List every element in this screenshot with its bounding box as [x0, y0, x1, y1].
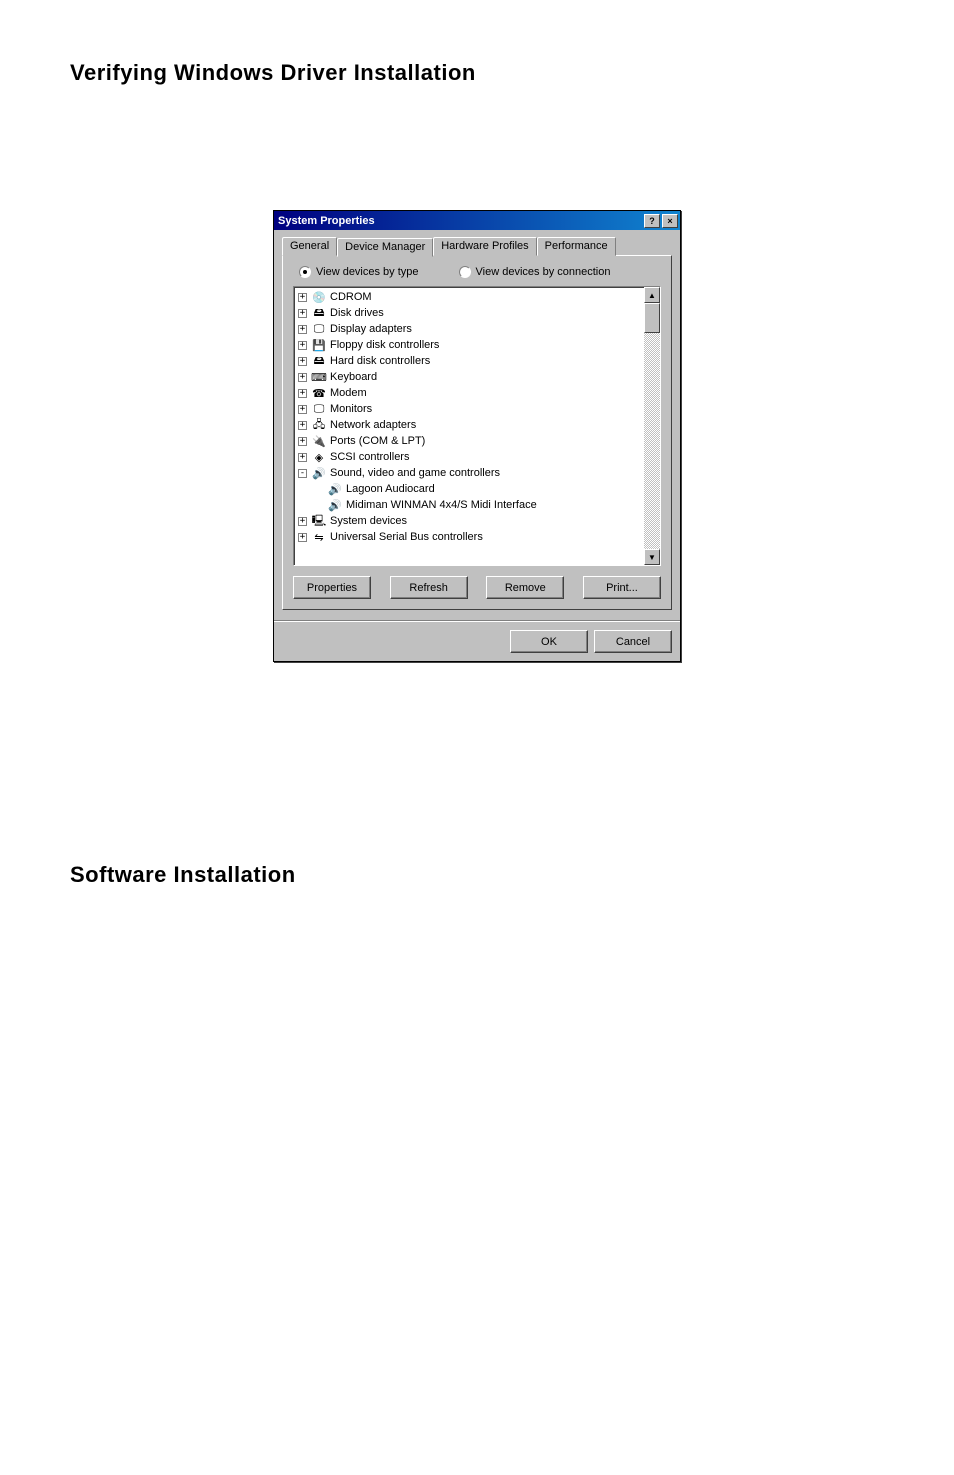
- sound-icon: 🔊: [327, 482, 343, 496]
- refresh-button[interactable]: Refresh: [390, 576, 468, 599]
- expand-icon[interactable]: +: [298, 533, 307, 542]
- disk-icon: 🖴: [311, 306, 327, 320]
- heading-software-installation: Software Installation: [70, 862, 884, 888]
- tree-row-label: Floppy disk controllers: [330, 339, 439, 351]
- separator: [274, 620, 680, 622]
- tab-general[interactable]: General: [282, 237, 337, 256]
- tree-row-label: Midiman WINMAN 4x4/S Midi Interface: [346, 499, 537, 511]
- scroll-down-icon[interactable]: ▼: [644, 549, 660, 565]
- tree-row[interactable]: + 🖴Hard disk controllers: [298, 353, 658, 369]
- tree-row[interactable]: + 🖵Monitors: [298, 401, 658, 417]
- radio-icon: [459, 266, 471, 278]
- tree-spacer: [314, 485, 323, 494]
- tree-row[interactable]: + 💾Floppy disk controllers: [298, 337, 658, 353]
- expand-icon[interactable]: +: [298, 405, 307, 414]
- tree-row[interactable]: + ◈SCSI controllers: [298, 449, 658, 465]
- tree-row-label: SCSI controllers: [330, 451, 409, 463]
- tree-row[interactable]: -🔊Sound, video and game controllers: [298, 465, 658, 481]
- titlebar-title: System Properties: [278, 215, 375, 227]
- sound-icon: 🔊: [327, 498, 343, 512]
- tab-panel: View devices by type View devices by con…: [282, 255, 672, 610]
- tab-performance[interactable]: Performance: [537, 237, 616, 256]
- sound-icon: 🔊: [311, 466, 327, 480]
- print-button[interactable]: Print...: [583, 576, 661, 599]
- expand-icon[interactable]: +: [298, 453, 307, 462]
- tree-row[interactable]: + 💿CDROM: [298, 289, 658, 305]
- expand-icon[interactable]: +: [298, 517, 307, 526]
- radio-view-by-type[interactable]: View devices by type: [299, 266, 419, 278]
- scsi-icon: ◈: [311, 450, 327, 464]
- tree-row[interactable]: 🔊Midiman WINMAN 4x4/S Midi Interface: [298, 497, 658, 513]
- tree-row[interactable]: + ⇋Universal Serial Bus controllers: [298, 529, 658, 545]
- tree-row-label: Keyboard: [330, 371, 377, 383]
- system-icon: 🖳: [311, 514, 327, 528]
- titlebar: System Properties ? ×: [274, 211, 680, 230]
- radio-label: View devices by type: [316, 266, 419, 278]
- expand-icon[interactable]: +: [298, 437, 307, 446]
- tree-row-label: Universal Serial Bus controllers: [330, 531, 483, 543]
- heading-verifying: Verifying Windows Driver Installation: [70, 60, 884, 86]
- hdd-icon: 🖴: [311, 354, 327, 368]
- tree-row[interactable]: 🔊Lagoon Audiocard: [298, 481, 658, 497]
- keyboard-icon: ⌨: [311, 370, 327, 384]
- tree-row[interactable]: + 🖴Disk drives: [298, 305, 658, 321]
- ports-icon: 🔌: [311, 434, 327, 448]
- tab-hardware-profiles[interactable]: Hardware Profiles: [433, 237, 536, 256]
- expand-icon[interactable]: +: [298, 341, 307, 350]
- monitor-icon: 🖵: [311, 402, 327, 416]
- floppy-icon: 💾: [311, 338, 327, 352]
- tree-row-label: Display adapters: [330, 323, 412, 335]
- radio-icon: [299, 266, 311, 278]
- tree-row-label: Modem: [330, 387, 367, 399]
- expand-icon[interactable]: +: [298, 373, 307, 382]
- tree-row[interactable]: + 🖧Network adapters: [298, 417, 658, 433]
- ok-button[interactable]: OK: [510, 630, 588, 653]
- cancel-button[interactable]: Cancel: [594, 630, 672, 653]
- remove-button[interactable]: Remove: [486, 576, 564, 599]
- tree-row-label: Lagoon Audiocard: [346, 483, 435, 495]
- expand-icon[interactable]: +: [298, 325, 307, 334]
- tree-row[interactable]: + 🖳System devices: [298, 513, 658, 529]
- radio-label: View devices by connection: [476, 266, 611, 278]
- close-icon[interactable]: ×: [662, 214, 678, 228]
- tree-row-label: CDROM: [330, 291, 372, 303]
- display-icon: 🖵: [311, 322, 327, 336]
- tab-device-manager[interactable]: Device Manager: [337, 238, 433, 257]
- tree-row-label: Monitors: [330, 403, 372, 415]
- network-icon: 🖧: [311, 418, 327, 432]
- scroll-up-icon[interactable]: ▲: [644, 287, 660, 303]
- tree-row[interactable]: + 🔌Ports (COM & LPT): [298, 433, 658, 449]
- tree-row-label: Hard disk controllers: [330, 355, 430, 367]
- tree-row-label: Disk drives: [330, 307, 384, 319]
- expand-icon[interactable]: +: [298, 357, 307, 366]
- expand-icon[interactable]: +: [298, 421, 307, 430]
- tree-row[interactable]: + ⌨Keyboard: [298, 369, 658, 385]
- radio-view-by-connection[interactable]: View devices by connection: [459, 266, 611, 278]
- modem-icon: ☎: [311, 386, 327, 400]
- collapse-icon[interactable]: -: [298, 469, 307, 478]
- expand-icon[interactable]: +: [298, 389, 307, 398]
- tab-strip: General Device Manager Hardware Profiles…: [282, 236, 672, 255]
- usb-icon: ⇋: [311, 530, 327, 544]
- tree-row-label: Network adapters: [330, 419, 416, 431]
- dialog-container: System Properties ? × General Device Man…: [70, 210, 884, 662]
- properties-button[interactable]: Properties: [293, 576, 371, 599]
- expand-icon[interactable]: +: [298, 309, 307, 318]
- system-properties-dialog: System Properties ? × General Device Man…: [273, 210, 681, 662]
- tree-row[interactable]: + 🖵Display adapters: [298, 321, 658, 337]
- scroll-thumb[interactable]: [644, 303, 660, 333]
- tree-row[interactable]: + ☎Modem: [298, 385, 658, 401]
- tree-spacer: [314, 501, 323, 510]
- expand-icon[interactable]: +: [298, 293, 307, 302]
- tree-row-label: Sound, video and game controllers: [330, 467, 500, 479]
- tree-row-label: System devices: [330, 515, 407, 527]
- tree-row-label: Ports (COM & LPT): [330, 435, 425, 447]
- device-tree[interactable]: +💿CDROM+🖴Disk drives+🖵Display adapters+💾…: [293, 286, 661, 566]
- scrollbar[interactable]: ▲ ▼: [644, 287, 660, 565]
- help-icon[interactable]: ?: [644, 214, 660, 228]
- cdrom-icon: 💿: [311, 290, 327, 304]
